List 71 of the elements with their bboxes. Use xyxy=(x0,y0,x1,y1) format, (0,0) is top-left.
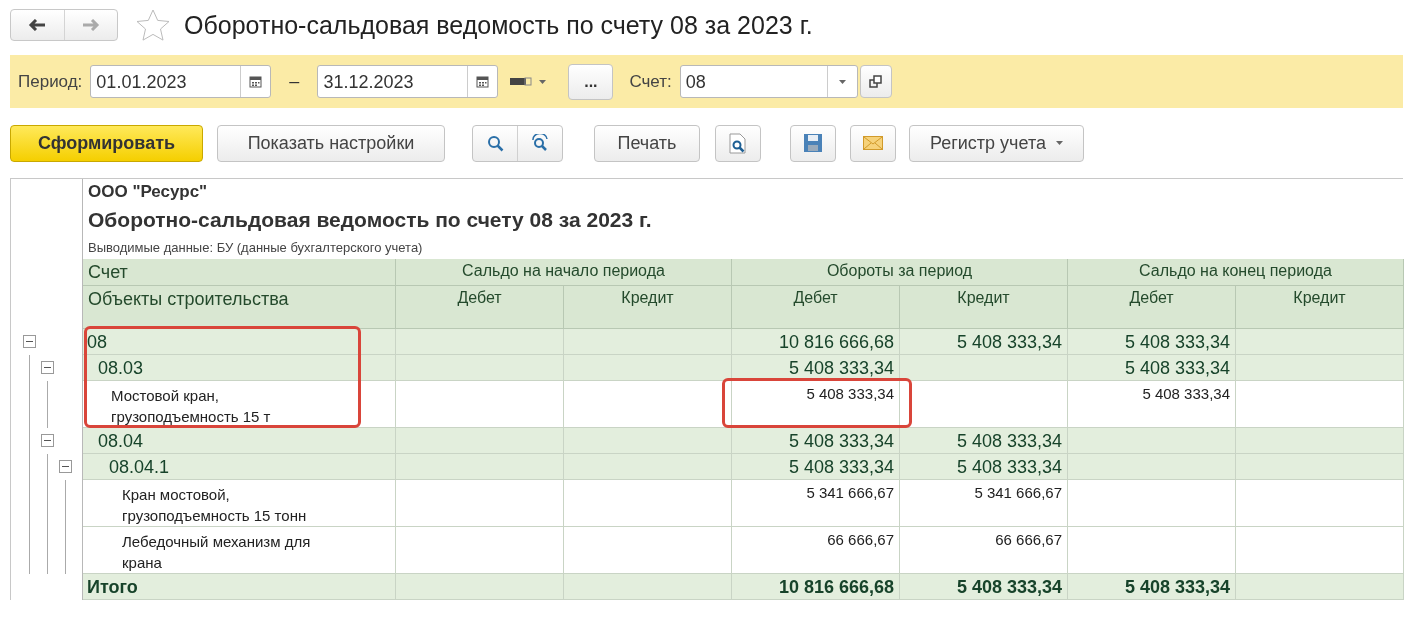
table-cell: 5 408 333,34 xyxy=(900,454,1068,480)
organization-name: ООО "Ресурс" xyxy=(88,182,209,202)
table-cell: 5 408 333,34 xyxy=(1068,574,1236,600)
search-icon xyxy=(486,134,504,152)
report-title: Оборотно-сальдовая ведомость по счету 08 за 2023 г. xyxy=(88,208,653,232)
accounting-register-button[interactable]: Регистр учета xyxy=(909,124,1084,162)
calendar-icon xyxy=(476,75,490,88)
generate-button[interactable]: Сформировать xyxy=(10,124,203,162)
table-cell: 5 408 333,34 xyxy=(1068,329,1236,355)
collapse-toggle[interactable] xyxy=(41,361,54,374)
date-from-field[interactable]: 01.01.2023 xyxy=(90,65,272,98)
column-header: Сальдо на конец периода xyxy=(1068,259,1404,286)
column-header: Кредит xyxy=(900,286,1068,329)
account-cell: 08.04.1 xyxy=(83,454,396,480)
search-next-icon xyxy=(530,134,550,152)
date-to-field[interactable]: 31.12.2023 xyxy=(317,65,499,98)
caret-icon xyxy=(838,79,846,84)
more-button[interactable]: ... xyxy=(568,63,614,100)
table-cell: 10 816 666,68 xyxy=(732,329,900,355)
table-cell: 5 408 333,34 xyxy=(732,428,900,454)
envelope-icon xyxy=(863,136,883,150)
window-title: Оборотно-сальдовая ведомость по счету 08 за 2023 г. xyxy=(184,10,813,40)
table-cell: 5 408 333,34 xyxy=(900,329,1068,355)
favorite-star-button[interactable] xyxy=(136,9,170,41)
account-field[interactable]: 08 xyxy=(679,65,858,98)
table-cell: 5 408 333,34 xyxy=(732,355,900,381)
collapse-toggle[interactable] xyxy=(59,460,72,473)
open-window-icon xyxy=(869,75,883,88)
column-header: Сальдо на начало периода xyxy=(396,259,732,286)
table-cell: 10 816 666,68 xyxy=(732,574,900,600)
column-header: Кредит xyxy=(1236,286,1404,329)
collapse-toggle[interactable] xyxy=(23,335,36,348)
total-label: Итого xyxy=(83,574,396,600)
preview-button[interactable] xyxy=(715,124,761,162)
print-button[interactable]: Печать xyxy=(594,124,700,162)
caret-icon xyxy=(1055,141,1063,145)
open-button[interactable] xyxy=(859,65,892,98)
column-header: Обороты за период xyxy=(732,259,1068,286)
battery-icon xyxy=(510,77,535,86)
table-cell: 5 408 333,34 xyxy=(900,574,1068,600)
save-button[interactable] xyxy=(790,124,836,162)
range-dash: – xyxy=(289,71,300,92)
object-cell: Мостовой кран, грузоподъемность 15 т xyxy=(83,381,396,428)
column-header: Объекты строительства xyxy=(83,286,396,329)
table-cell: 5 341 666,67 xyxy=(732,480,900,527)
arrow-icon xyxy=(81,19,100,31)
object-cell: Лебедочный механизм для крана xyxy=(83,527,396,574)
show-settings-button[interactable]: Показать настройки xyxy=(217,124,445,162)
arrow-icon xyxy=(28,19,47,31)
caret-icon xyxy=(539,79,547,84)
table-cell: 5 408 333,34 xyxy=(1068,381,1236,428)
table-cell: 66 666,67 xyxy=(900,527,1068,574)
account-label: Счет: xyxy=(629,71,672,92)
page-magnifier-icon xyxy=(729,132,747,154)
account-cell: 08.03 xyxy=(83,355,396,381)
column-header: Дебет xyxy=(732,286,900,329)
table-cell: 66 666,67 xyxy=(732,527,900,574)
column-header: Кредит xyxy=(564,286,732,329)
column-header: Дебет xyxy=(396,286,564,329)
account-cell: 08.04 xyxy=(83,428,396,454)
table-cell: 5 341 666,67 xyxy=(900,480,1068,527)
object-cell: Кран мостовой, грузоподъемность 15 тонн xyxy=(83,480,396,527)
period-label: Период: xyxy=(18,71,83,92)
column-header: Дебет xyxy=(1068,286,1236,329)
report-subtitle: Выводимые данные: БУ (данные бухгалтерского учета) xyxy=(88,240,424,255)
collapse-toggle[interactable] xyxy=(41,434,54,447)
table-cell: 5 408 333,34 xyxy=(732,454,900,480)
calendar-icon xyxy=(249,75,263,88)
table-cell: 5 408 333,34 xyxy=(900,428,1068,454)
table-cell: 5 408 333,34 xyxy=(1068,355,1236,381)
column-header: Счет xyxy=(83,259,396,286)
